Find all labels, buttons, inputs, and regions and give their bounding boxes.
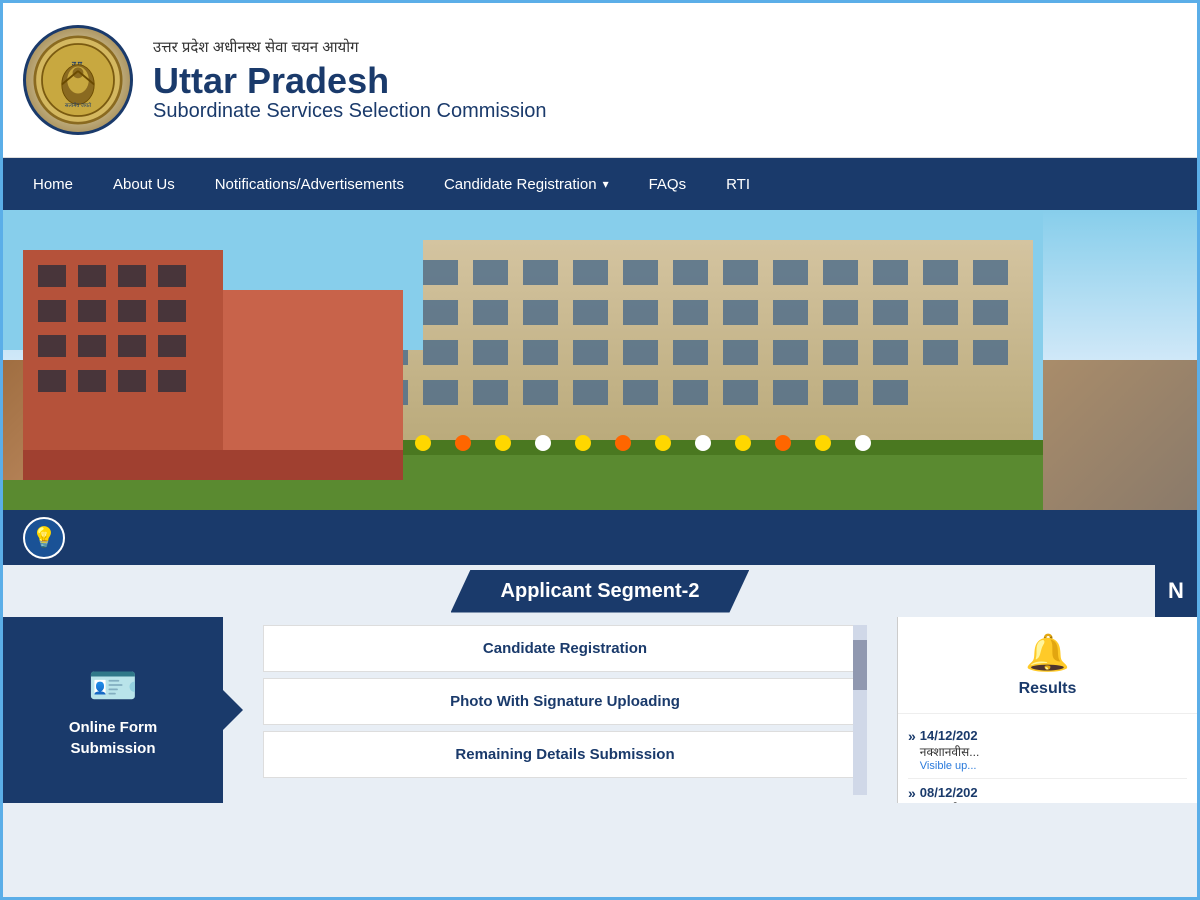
nav-faqs-label: FAQs xyxy=(649,176,687,193)
header-sub-title: Subordinate Services Selection Commissio… xyxy=(153,100,547,123)
news-bullet-2: » xyxy=(908,785,916,801)
segment-header-row: Applicant Segment-2 N xyxy=(3,565,1197,617)
right-panel: 🔔 Results » 14/12/202 नक्शानवीस... Visib… xyxy=(897,617,1197,803)
content-row: 🪪 Online FormSubmission Candidate Regist… xyxy=(3,617,1197,803)
logo: उ.प्र. सत्यमेव जयते xyxy=(23,25,133,135)
news-visible-1: Visible up... xyxy=(920,760,979,772)
nav-item-home[interactable]: Home xyxy=(13,158,93,210)
bulb-icon: 💡 xyxy=(23,517,65,559)
site-header: उ.प्र. सत्यमेव जयते उत्तर प्रदेश अधीनस्थ… xyxy=(3,3,1197,158)
segment-title-banner: Applicant Segment-2 xyxy=(451,570,750,613)
scrollbar[interactable] xyxy=(853,625,867,795)
news-item: » 14/12/202 नक्शानवीस... Visible up... xyxy=(908,722,1187,779)
svg-text:सत्यमेव जयते: सत्यमेव जयते xyxy=(65,102,92,109)
news-text-1: नक्शानवीस... xyxy=(920,743,979,760)
nav-about-label: About Us xyxy=(113,176,175,193)
main-content: Applicant Segment-2 N 🪪 Online FormSubmi… xyxy=(3,565,1197,803)
news-date-2: 08/12/202 xyxy=(920,785,978,800)
left-panel-label: Online FormSubmission xyxy=(69,717,157,759)
nav-item-faqs[interactable]: FAQs xyxy=(629,158,707,210)
center-panel: Candidate Registration Photo With Signat… xyxy=(223,617,897,803)
n-indicator: N xyxy=(1155,565,1197,617)
news-item-2: » 08/12/202 मुख्य परीक्ष... Visible un..… xyxy=(908,779,1187,803)
results-section: 🔔 Results xyxy=(898,617,1197,714)
nav-notifications-label: Notifications/Advertisements xyxy=(215,176,404,193)
news-section: » 14/12/202 नक्शानवीस... Visible up... »… xyxy=(898,714,1197,803)
nav-item-notifications[interactable]: Notifications/Advertisements xyxy=(195,158,424,210)
chevron-down-icon: ▾ xyxy=(603,177,609,191)
news-bullet-1: » xyxy=(908,728,916,744)
news-text-2: मुख्य परीक्ष... xyxy=(920,800,978,803)
nav-item-about[interactable]: About Us xyxy=(93,158,195,210)
menu-item-photo-upload[interactable]: Photo With Signature Uploading xyxy=(263,678,867,725)
menu-item-remaining[interactable]: Remaining Details Submission xyxy=(263,731,867,778)
header-hindi-title: उत्तर प्रदेश अधीनस्थ सेवा चयन आयोग xyxy=(153,37,547,57)
nav-home-label: Home xyxy=(33,176,73,193)
blue-strip: 💡 xyxy=(3,510,1197,565)
menu-item-candidate-reg[interactable]: Candidate Registration xyxy=(263,625,867,672)
nav-item-candidate-reg[interactable]: Candidate Registration ▾ xyxy=(424,158,629,210)
hero-image xyxy=(3,210,1197,510)
header-main-title: Uttar Pradesh xyxy=(153,61,547,101)
main-navbar: Home About Us Notifications/Advertisemen… xyxy=(3,158,1197,210)
nav-rti-label: RTI xyxy=(726,176,750,193)
nav-item-rti[interactable]: RTI xyxy=(706,158,770,210)
scrollbar-thumb[interactable] xyxy=(853,640,867,690)
bell-icon: 🔔 xyxy=(1025,632,1070,674)
news-date-1: 14/12/202 xyxy=(920,728,979,743)
arrow-icon xyxy=(223,690,243,730)
results-label: Results xyxy=(1019,680,1077,698)
left-panel: 🪪 Online FormSubmission xyxy=(3,617,223,803)
header-text-block: उत्तर प्रदेश अधीनस्थ सेवा चयन आयोग Uttar… xyxy=(153,37,547,124)
nav-candidate-label: Candidate Registration xyxy=(444,176,597,193)
form-icon: 🪪 xyxy=(88,662,138,709)
